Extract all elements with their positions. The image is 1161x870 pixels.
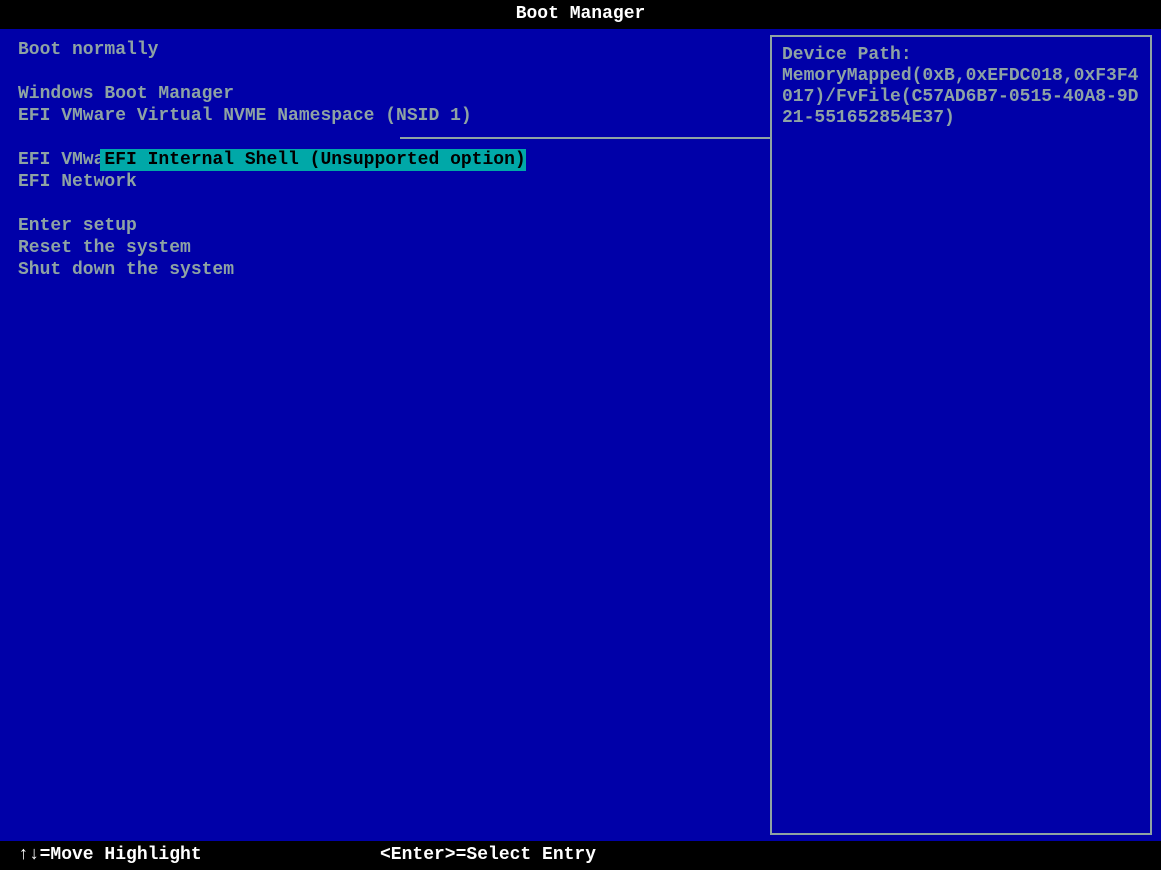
boot-manager-screen: Boot Manager Boot normally Windows Boot … <box>0 0 1161 870</box>
device-path-value: MemoryMapped(0xB,0xEFDC018,0xF3F4017)/Fv… <box>782 66 1138 128</box>
menu-item-boot-normally[interactable]: Boot normally <box>18 39 770 61</box>
menu-item-reset-system[interactable]: Reset the system <box>18 237 770 259</box>
menu-item-efi-internal-shell[interactable]: EFI Internal Shell (Unsupported option) <box>18 127 770 149</box>
menu-item-nvme-nsid-1[interactable]: EFI VMware Virtual NVME Namespace (NSID … <box>18 105 770 127</box>
menu-item-efi-network[interactable]: EFI Network <box>18 171 770 193</box>
title-bar: Boot Manager <box>0 0 1161 29</box>
menu-item-shut-down[interactable]: Shut down the system <box>18 259 770 281</box>
key-hints-bar: ↑↓=Move Highlight <Enter>=Select Entry <box>0 841 1161 870</box>
menu-item-efi-internal-shell-label: EFI Internal Shell (Unsupported option) <box>100 149 525 171</box>
menu-spacer <box>18 193 770 215</box>
menu-item-enter-setup[interactable]: Enter setup <box>18 215 770 237</box>
page-title: Boot Manager <box>516 4 646 24</box>
menu-spacer <box>18 61 770 83</box>
main-area: Boot normally Windows Boot Manager EFI V… <box>0 29 1161 841</box>
boot-menu[interactable]: Boot normally Windows Boot Manager EFI V… <box>0 29 770 841</box>
menu-item-windows-boot-manager[interactable]: Windows Boot Manager <box>18 83 770 105</box>
hint-move-highlight: ↑↓=Move Highlight <box>18 841 202 870</box>
device-info-panel: Device Path: MemoryMapped(0xB,0xEFDC018,… <box>770 35 1152 835</box>
device-path-heading: Device Path: <box>782 45 912 65</box>
hint-select-entry: <Enter>=Select Entry <box>380 841 596 870</box>
selection-divider-line <box>400 137 770 139</box>
